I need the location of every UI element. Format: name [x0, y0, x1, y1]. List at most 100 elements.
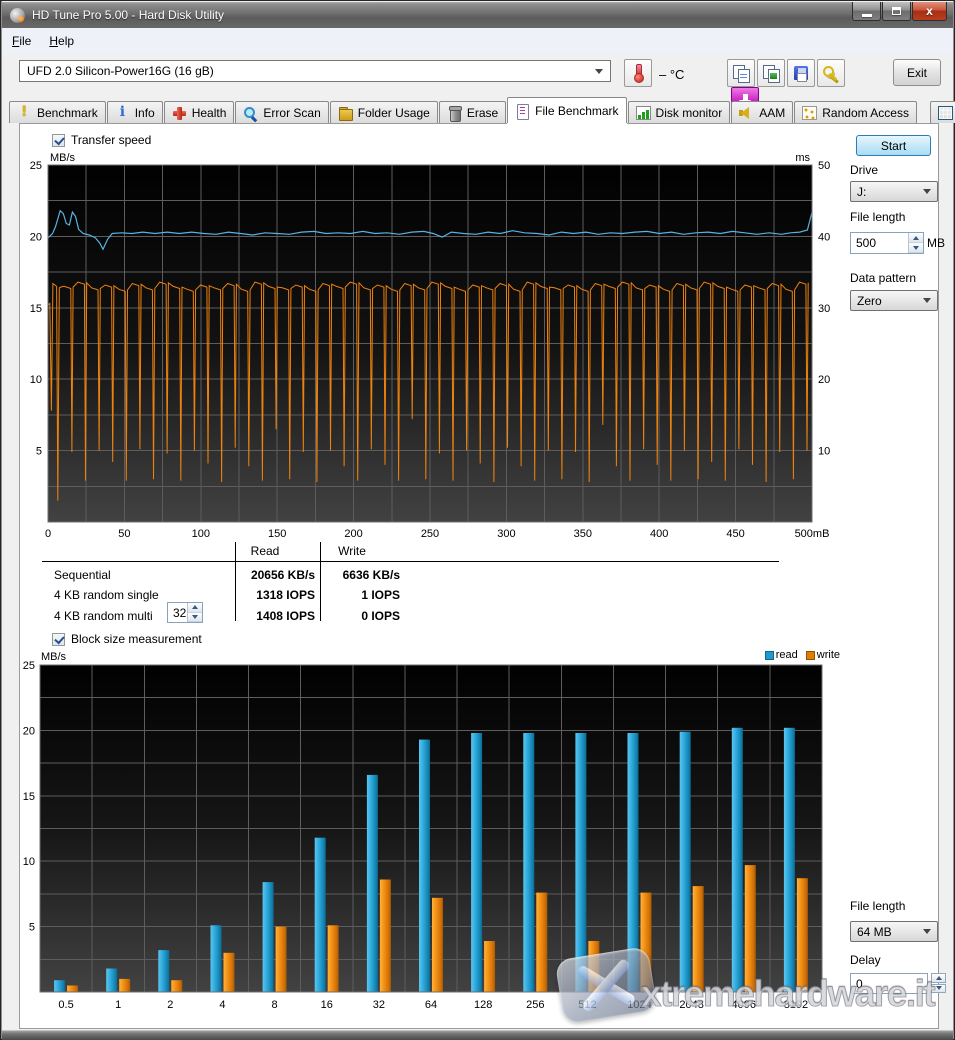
svg-text:4: 4	[219, 999, 225, 1011]
menu-help[interactable]: Help	[40, 30, 83, 52]
transfer-speed-checkbox[interactable]	[52, 134, 65, 147]
random-multi-read-value: 1408 IOPS	[217, 609, 315, 623]
spin-up-icon[interactable]	[188, 603, 202, 613]
svg-text:5: 5	[36, 446, 42, 458]
svg-text:350: 350	[574, 528, 592, 540]
toolbar-buttons	[727, 59, 877, 87]
multi-queue-input[interactable]: 32	[167, 602, 203, 623]
random-single-write-value: 1 IOPS	[324, 588, 400, 602]
tab-bar: Benchmark InfoHealth Error Scan Folder Usag…	[9, 99, 946, 123]
tab-aam[interactable]: AAM	[731, 101, 793, 123]
tab-random-access[interactable]: Random Access	[794, 101, 917, 123]
svg-text:2: 2	[167, 999, 173, 1011]
delay-input[interactable]: 0	[850, 973, 928, 994]
svg-text:15: 15	[23, 791, 35, 803]
temperature-value: – °C	[659, 67, 684, 82]
bottom-file-length-select[interactable]: 64 MB	[850, 921, 938, 942]
svg-text:250: 250	[421, 528, 439, 540]
file-length-spinner[interactable]	[908, 233, 923, 253]
svg-text:256: 256	[526, 999, 544, 1011]
options-button[interactable]	[817, 59, 845, 87]
drive-select[interactable]: UFD 2.0 Silicon-Power16G (16 gB)	[19, 60, 611, 82]
delay-spinner[interactable]	[931, 973, 946, 994]
menu-file[interactable]: File	[3, 30, 40, 52]
tab-label: Erase	[467, 106, 498, 120]
tab-erase[interactable]: Erase	[439, 101, 506, 123]
svg-text:8192: 8192	[784, 999, 808, 1011]
data-pattern-value: Zero	[857, 294, 882, 308]
temperature-button[interactable]	[624, 59, 652, 87]
window-controls: x	[851, 2, 947, 21]
file-length-unit: MB	[927, 236, 945, 250]
spin-up-icon[interactable]	[931, 973, 946, 983]
svg-text:400: 400	[650, 528, 668, 540]
svg-text:1024: 1024	[627, 999, 651, 1011]
benchmark-icon	[17, 106, 32, 120]
save-button[interactable]	[787, 59, 815, 87]
app-icon	[10, 8, 25, 23]
row-label-random-multi: 4 KB random multi	[54, 609, 153, 623]
erase-icon	[447, 106, 462, 120]
svg-text:2048: 2048	[679, 999, 703, 1011]
tab-extra-tests[interactable]: Extra tests	[930, 101, 955, 123]
svg-text:MB/s: MB/s	[50, 152, 76, 164]
block-size-label: Block size measurement	[71, 632, 202, 646]
svg-text:15: 15	[30, 303, 42, 315]
table-divider	[42, 561, 779, 562]
file-length-value: 500	[856, 236, 876, 250]
tab-error-scan[interactable]: Error Scan	[235, 101, 328, 123]
svg-text:ms: ms	[795, 152, 810, 164]
spin-down-icon[interactable]	[909, 243, 923, 253]
tab-disk-monitor[interactable]: Disk monitor	[628, 101, 731, 123]
file-length-input[interactable]: 500	[850, 232, 924, 254]
svg-text:10: 10	[23, 856, 35, 868]
tab-benchmark[interactable]: Benchmark	[9, 101, 106, 123]
tab-folder-usage[interactable]: Folder Usage	[330, 101, 438, 123]
folder-usage-icon	[338, 106, 353, 120]
read-column-header: Read	[220, 544, 310, 558]
svg-text:30: 30	[818, 303, 830, 315]
svg-text:4096: 4096	[732, 999, 756, 1011]
maximize-button[interactable]	[882, 2, 911, 21]
close-button[interactable]: x	[912, 2, 947, 21]
svg-text:0.5: 0.5	[58, 999, 73, 1011]
close-icon: x	[926, 5, 933, 17]
drive-label: Drive	[850, 163, 878, 177]
bottom-file-length-label: File length	[850, 899, 905, 913]
tab-file-benchmark[interactable]: File Benchmark	[507, 97, 626, 123]
random-access-icon	[802, 106, 817, 120]
random-multi-write-value: 0 IOPS	[324, 609, 400, 623]
hd-tune-window: HD Tune Pro 5.00 - Hard Disk Utility x F…	[0, 0, 955, 1040]
svg-text:20: 20	[23, 725, 35, 737]
tab-health[interactable]: Health	[164, 101, 235, 123]
spin-down-icon[interactable]	[931, 984, 946, 994]
start-button[interactable]: Start	[856, 135, 931, 156]
block-size-checkbox[interactable]	[52, 633, 65, 646]
svg-text:0: 0	[45, 528, 51, 540]
copy-image-button[interactable]	[757, 59, 785, 87]
spin-up-icon[interactable]	[909, 233, 923, 243]
spin-down-icon[interactable]	[188, 613, 202, 623]
tab-info[interactable]: Info	[107, 101, 163, 123]
svg-text:25: 25	[23, 660, 35, 672]
multi-queue-value: 32	[173, 606, 186, 620]
minimize-button[interactable]	[852, 2, 881, 21]
tab-label: Error Scan	[263, 106, 320, 120]
error-scan-icon	[243, 106, 258, 120]
svg-text:10: 10	[30, 374, 42, 386]
svg-text:200: 200	[344, 528, 362, 540]
chevron-down-icon	[923, 929, 931, 934]
svg-text:512: 512	[578, 999, 596, 1011]
multi-queue-spinner[interactable]	[187, 603, 202, 622]
tab-label: Benchmark	[37, 106, 98, 120]
random-single-read-value: 1318 IOPS	[217, 588, 315, 602]
tab-label: Disk monitor	[656, 106, 723, 120]
exit-button[interactable]: Exit	[893, 59, 941, 86]
chevron-down-icon	[595, 69, 603, 74]
data-pattern-select[interactable]: Zero	[850, 290, 938, 311]
drive-letter-select[interactable]: J:	[850, 181, 938, 202]
svg-text:20: 20	[30, 231, 42, 243]
delay-label: Delay	[850, 953, 881, 967]
copy-text-button[interactable]	[727, 59, 755, 87]
extra-tests-icon	[938, 106, 953, 120]
